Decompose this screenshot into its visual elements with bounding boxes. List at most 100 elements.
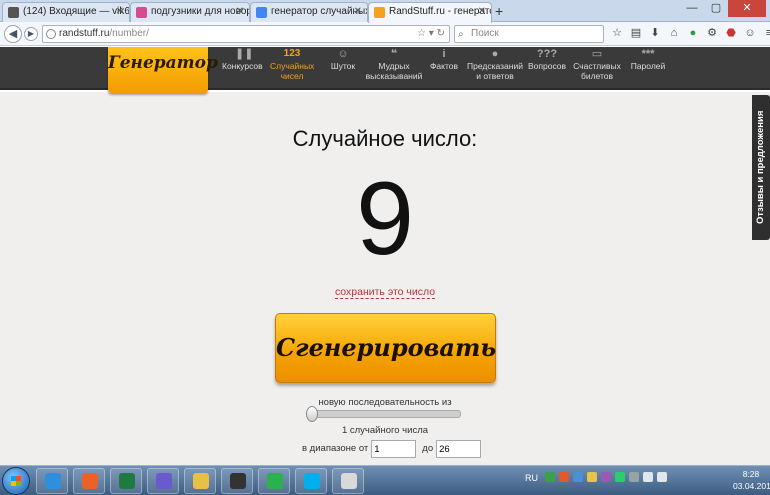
start-button[interactable] <box>2 467 30 495</box>
close-window-icon[interactable]: ✕ <box>728 0 766 17</box>
browser-tab-inbox[interactable]: (124) Входящие — vik666... ✕ <box>2 2 130 22</box>
system-clock[interactable]: 8:28 03.04.2015 <box>733 468 770 492</box>
tab-title: RandStuff.ru - генератор с... <box>389 6 491 17</box>
home-icon[interactable]: ⌂ <box>667 26 681 40</box>
feedback-tab[interactable]: Отзывы и предложения <box>752 95 770 240</box>
save-number-link[interactable]: сохранить это число <box>0 286 770 299</box>
new-tab-button[interactable]: + <box>495 3 503 19</box>
close-tab-icon[interactable]: ✕ <box>478 6 486 17</box>
extension-icon[interactable]: ⚙ <box>705 26 719 40</box>
site-header: Генератор ❚❚ Конкурсов 123 Случайных чис… <box>0 47 770 93</box>
range-to-input[interactable] <box>436 440 482 458</box>
pause-icon: ❚❚ <box>235 48 254 60</box>
menu-passwords[interactable]: *** Паролей <box>628 47 668 71</box>
smile-icon: ☺ <box>337 48 349 60</box>
menu-label: Шуток <box>330 61 356 71</box>
bookmarks-icon[interactable]: ▤ <box>629 26 643 40</box>
taskbar-excel-button[interactable] <box>110 468 142 494</box>
taskbar-firefox-button[interactable] <box>73 468 105 494</box>
menu-facts[interactable]: i Фактов <box>428 47 460 71</box>
minimize-icon[interactable]: — <box>680 0 704 17</box>
maximize-icon[interactable]: ▢ <box>704 0 728 17</box>
menu-contests[interactable]: ❚❚ Конкурсов <box>222 47 263 71</box>
adblock-icon[interactable]: ⬣ <box>724 26 738 40</box>
clock-date: 03.04.2015 <box>733 481 770 491</box>
paint-icon <box>341 473 357 489</box>
menu-quotes[interactable]: ❝ Мудрых высказываний <box>364 47 424 81</box>
url-actions: ☆ ▾ ↻ <box>417 26 445 42</box>
tray-icon[interactable] <box>573 472 583 482</box>
dropdown-icon[interactable]: ▾ <box>429 28 434 39</box>
url-domain: randstuff.ru <box>59 28 110 39</box>
taskbar-winamp-button[interactable] <box>147 468 179 494</box>
address-bar[interactable]: randstuff.ru/number/ ☆ ▾ ↻ <box>42 25 450 43</box>
menu-random-numbers[interactable]: 123 Случайных чисел <box>270 47 314 81</box>
crystal-ball-icon: ● <box>491 48 499 60</box>
range-from-input[interactable] <box>371 440 417 458</box>
generate-button[interactable]: Сгенерировать <box>275 313 496 383</box>
site-logo[interactable]: Генератор <box>108 47 218 93</box>
search-input[interactable]: ⌕ Поиск <box>454 25 604 43</box>
taskbar-internet-explorer-button[interactable] <box>36 468 68 494</box>
main-content: Случайное число: 9 сохранить это число С… <box>0 92 770 465</box>
camera-icon <box>230 473 246 489</box>
menu-label: Конкурсов <box>222 61 263 71</box>
tab-title: (124) Входящие — vik666... <box>23 6 130 17</box>
browser-tab-randstuff[interactable]: RandStuff.ru - генератор с... ✕ <box>368 2 492 23</box>
browser-tab-strip: (124) Входящие — vik666... ✕ подгузники … <box>0 0 770 23</box>
range-controls: в диапазоне от до <box>302 440 482 458</box>
close-tab-icon[interactable]: ✕ <box>236 6 244 17</box>
password-icon: *** <box>641 48 655 60</box>
star-icon[interactable]: ☆ <box>417 28 426 39</box>
system-tray <box>545 472 667 482</box>
ticket-icon: ▭ <box>591 48 603 60</box>
tray-icon[interactable] <box>587 472 597 482</box>
volume-icon[interactable] <box>657 472 667 482</box>
tray-icon[interactable] <box>615 472 625 482</box>
taskbar-explorer-button[interactable] <box>184 468 216 494</box>
browser-tab-diapers[interactable]: подгузники для новорож... ✕ <box>130 2 250 22</box>
window-controls: — ▢ ✕ <box>680 0 766 18</box>
menu-label: Мудрых высказываний <box>365 61 423 81</box>
language-indicator[interactable]: RU <box>525 473 538 483</box>
bookmark-star-icon[interactable]: ☆ <box>610 26 624 40</box>
count-label: 1 случайного числа <box>341 425 429 436</box>
extension-green-icon[interactable]: ● <box>686 26 700 40</box>
tray-icon[interactable] <box>629 472 639 482</box>
menu-label: Вопросов <box>528 61 567 71</box>
menu-label: Фактов <box>429 61 459 71</box>
range-from-label: в диапазоне от <box>302 443 369 454</box>
back-button[interactable]: ◀ <box>4 25 22 43</box>
menu-jokes[interactable]: ☺ Шуток <box>328 47 358 71</box>
close-tab-icon[interactable]: ✕ <box>116 6 124 17</box>
taskbar-mail-agent-button[interactable] <box>258 468 290 494</box>
url-path: /number/ <box>109 28 149 39</box>
close-tab-icon[interactable]: ✕ <box>354 6 362 17</box>
menu-predictions[interactable]: ● Предсказаний и ответов <box>466 47 524 81</box>
random-number: 9 <box>356 161 414 277</box>
page-title: Случайное число: <box>292 126 478 151</box>
excel-icon <box>119 473 135 489</box>
browser-tab-search[interactable]: генератор случайных чис... ✕ <box>250 2 368 22</box>
quote-icon: ❝ <box>390 48 398 60</box>
tray-icon[interactable] <box>559 472 569 482</box>
count-slider[interactable] <box>306 406 461 422</box>
menu-questions[interactable]: ??? Вопросов <box>528 47 566 71</box>
search-placeholder: Поиск <box>471 28 499 39</box>
menu-icon[interactable]: ≡ <box>762 26 770 40</box>
slider-handle[interactable] <box>306 406 318 422</box>
mail-favicon-icon <box>8 7 19 18</box>
save-link-text[interactable]: сохранить это число <box>334 286 436 299</box>
menu-label: Случайных чисел <box>270 61 315 81</box>
reload-icon[interactable]: ↻ <box>437 28 445 39</box>
chat-icon[interactable]: ☺ <box>743 26 757 40</box>
download-icon[interactable]: ⬇ <box>648 26 662 40</box>
menu-lucky-tickets[interactable]: ▭ Счастливых билетов <box>572 47 622 81</box>
tray-icon[interactable] <box>545 472 555 482</box>
taskbar-camera-button[interactable] <box>221 468 253 494</box>
tray-icon[interactable] <box>601 472 611 482</box>
network-icon[interactable] <box>643 472 653 482</box>
forward-button[interactable]: ▶ <box>24 27 38 41</box>
taskbar-paint-button[interactable] <box>332 468 364 494</box>
taskbar-skype-button[interactable] <box>295 468 327 494</box>
